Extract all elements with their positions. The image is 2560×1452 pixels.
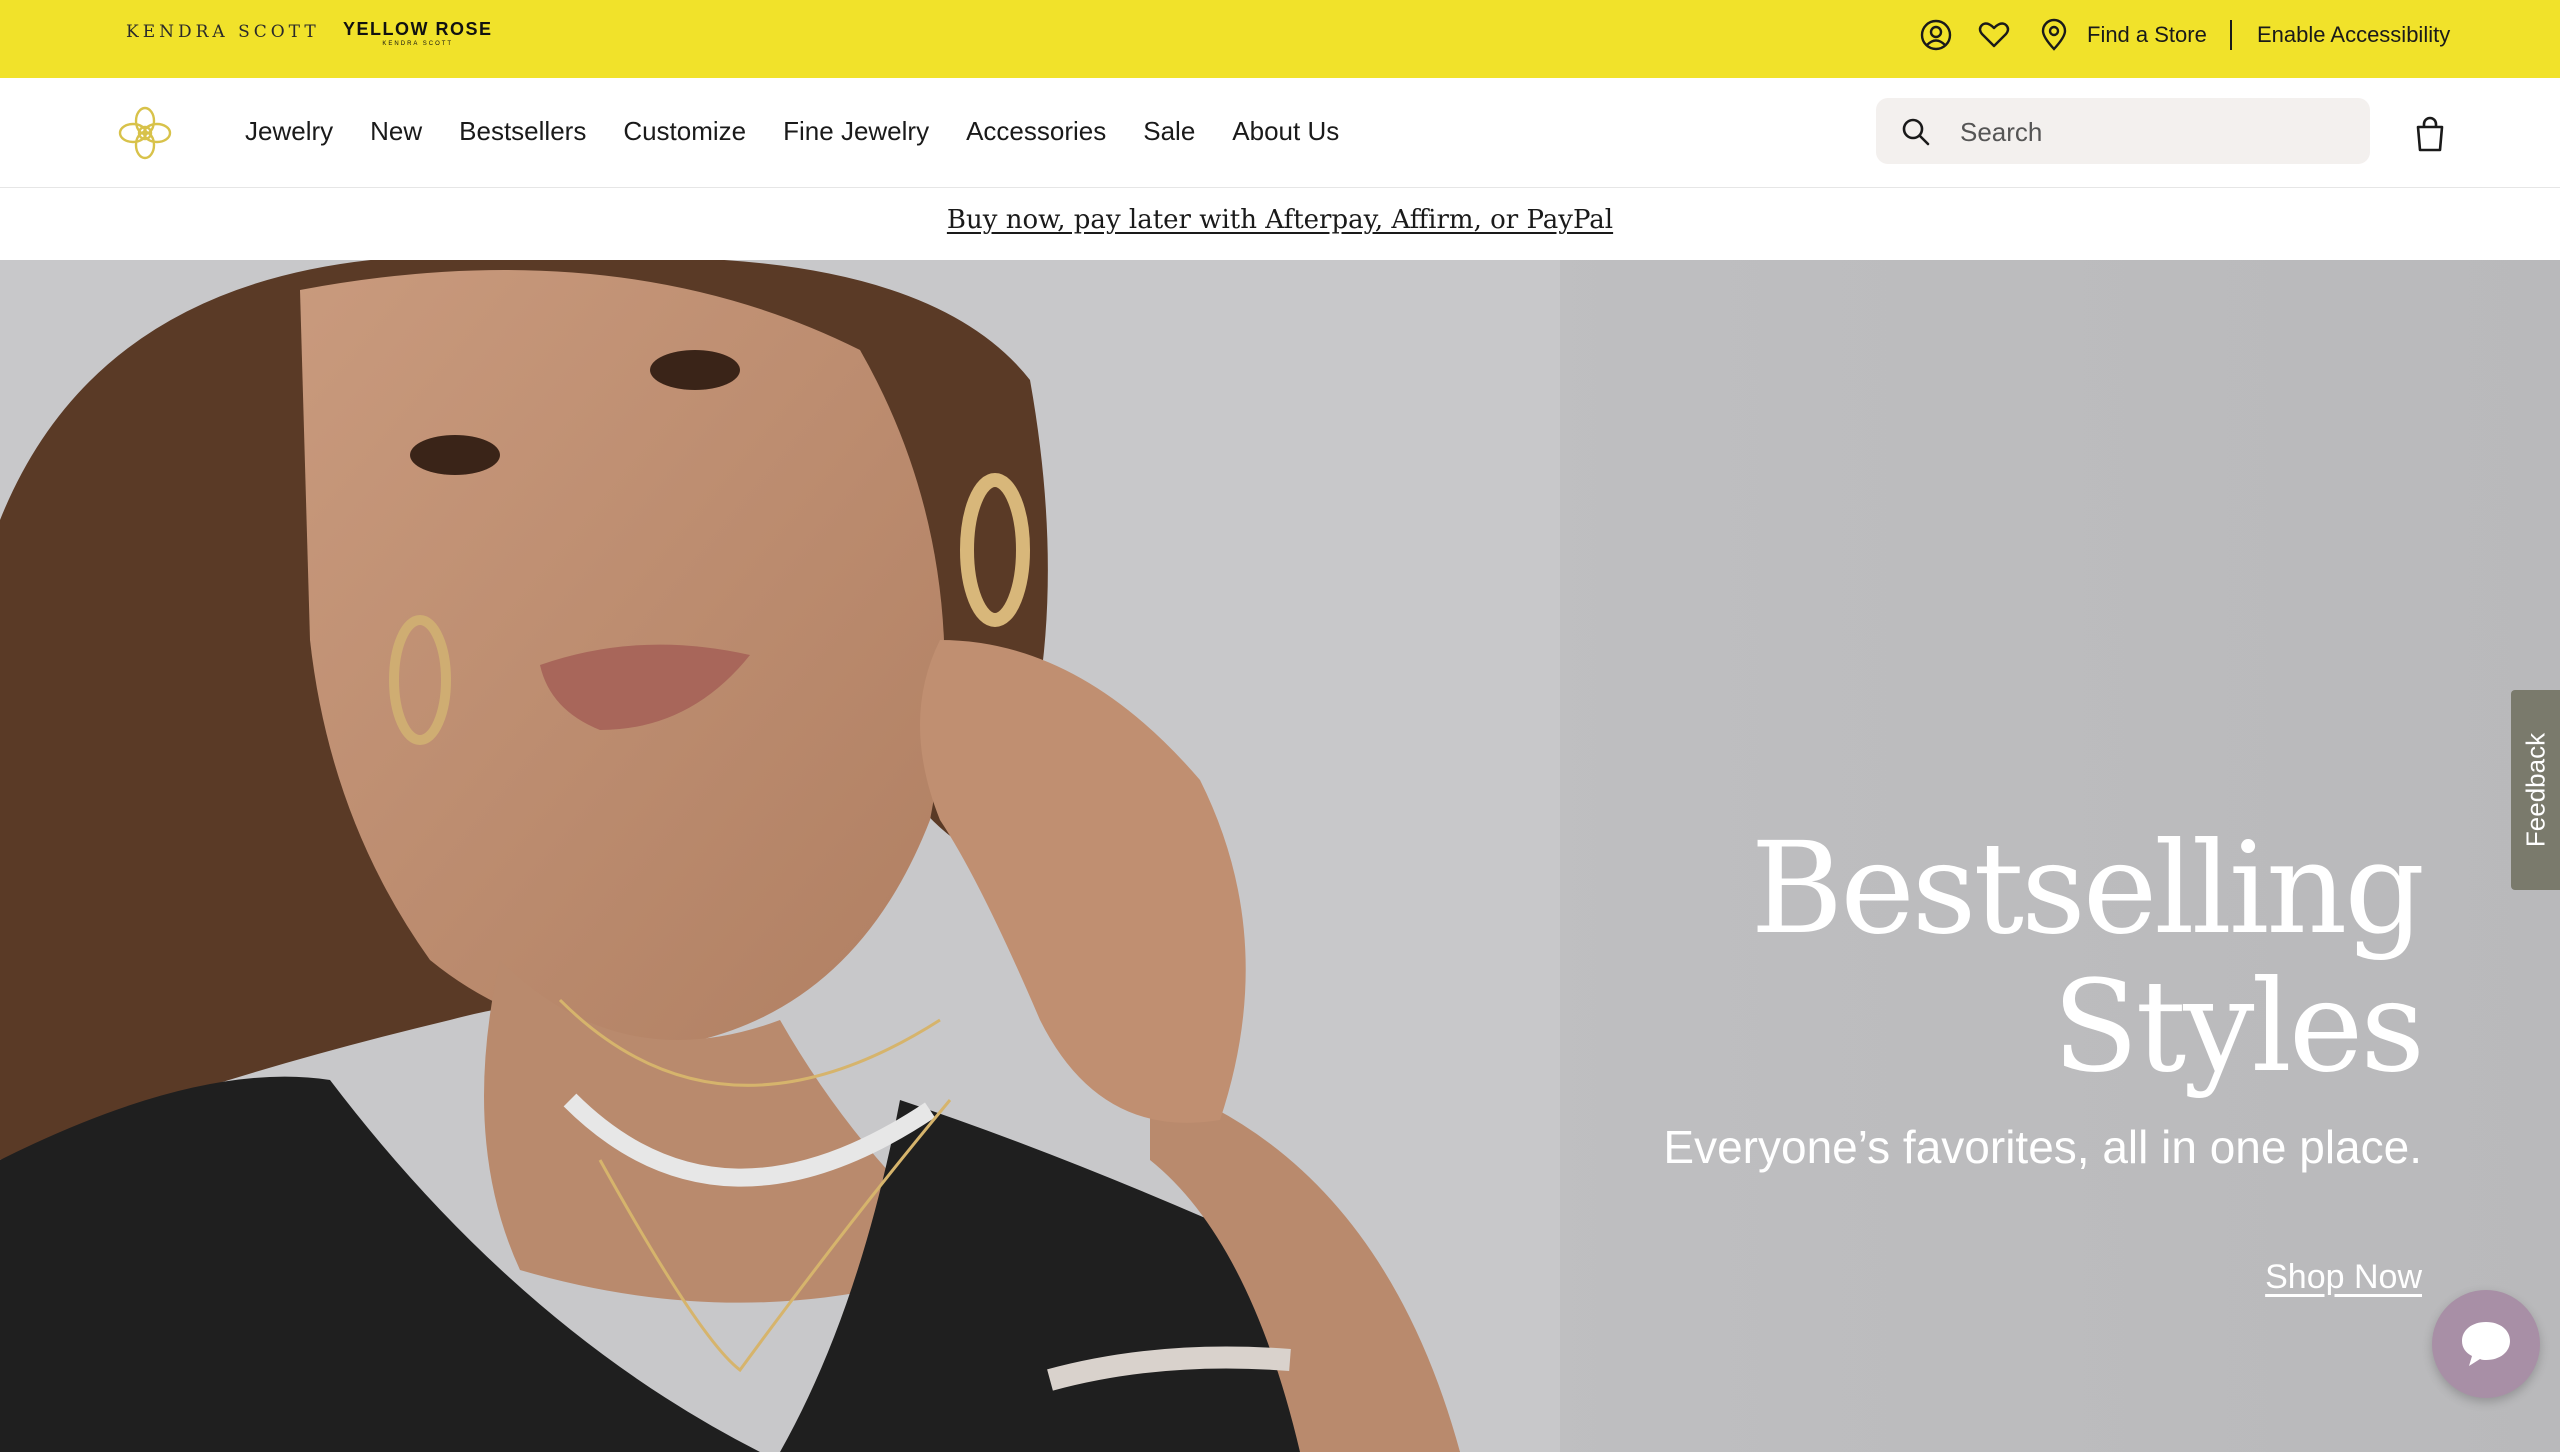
brand-kendra-scott-link[interactable]: KENDRA SCOTT (126, 22, 320, 42)
nav-item-sale[interactable]: Sale (1143, 116, 1195, 147)
nav-item-bestsellers[interactable]: Bestsellers (459, 116, 586, 147)
hero-title-line-1: Bestselling (1750, 815, 2425, 962)
divider (2230, 20, 2232, 50)
kendra-scott-logo-icon[interactable] (114, 102, 176, 164)
nav-item-customize[interactable]: Customize (623, 116, 746, 147)
yellow-rose-subtitle: KENDRA SCOTT (382, 41, 454, 47)
chat-bubble-icon (2462, 1322, 2510, 1366)
main-nav: Jewelry New Bestsellers Customize Fine J… (0, 78, 2560, 188)
hero-title-line-2: Styles (2052, 953, 2425, 1100)
shop-now-link[interactable]: Shop Now (2265, 1258, 2422, 1297)
hero-title: Bestselling Styles (1522, 815, 2425, 1100)
nav-item-about-us[interactable]: About Us (1232, 116, 1339, 147)
hero-banner: Bestselling Styles Everyone’s favorites,… (0, 260, 2560, 1452)
feedback-tab[interactable]: Feedback (2511, 690, 2560, 890)
nav-links: Jewelry New Bestsellers Customize Fine J… (245, 116, 1376, 147)
chat-button[interactable] (2432, 1290, 2540, 1398)
nav-item-accessories[interactable]: Accessories (966, 116, 1106, 147)
find-store-link[interactable]: Find a Store (2087, 22, 2207, 48)
utility-bar: KENDRA SCOTT YELLOW ROSE KENDRA SCOTT Fi… (0, 0, 2560, 78)
shopping-bag-icon[interactable] (2410, 114, 2450, 154)
enable-accessibility-link[interactable]: Enable Accessibility (2257, 22, 2450, 48)
location-pin-icon[interactable] (2036, 17, 2072, 53)
hero-subtitle: Everyone’s favorites, all in one place. (1663, 1121, 2422, 1173)
account-icon[interactable] (1918, 17, 1954, 53)
search-box (1876, 98, 2370, 164)
brand-yellow-rose-link[interactable]: YELLOW ROSE KENDRA SCOTT (343, 19, 493, 47)
payment-options-link[interactable]: Buy now, pay later with Afterpay, Affirm… (947, 205, 1613, 235)
search-icon[interactable] (1900, 116, 1932, 148)
nav-item-new[interactable]: New (370, 116, 422, 147)
heart-icon[interactable] (1976, 17, 2012, 53)
nav-item-fine-jewelry[interactable]: Fine Jewelry (783, 116, 929, 147)
promo-bar: Buy now, pay later with Afterpay, Affirm… (0, 188, 2560, 260)
yellow-rose-wordmark: YELLOW ROSE (343, 19, 493, 39)
search-input[interactable] (1958, 110, 2352, 154)
nav-item-jewelry[interactable]: Jewelry (245, 116, 333, 147)
feedback-label: Feedback (2520, 732, 2550, 848)
hero-model-image (0, 260, 1560, 1452)
